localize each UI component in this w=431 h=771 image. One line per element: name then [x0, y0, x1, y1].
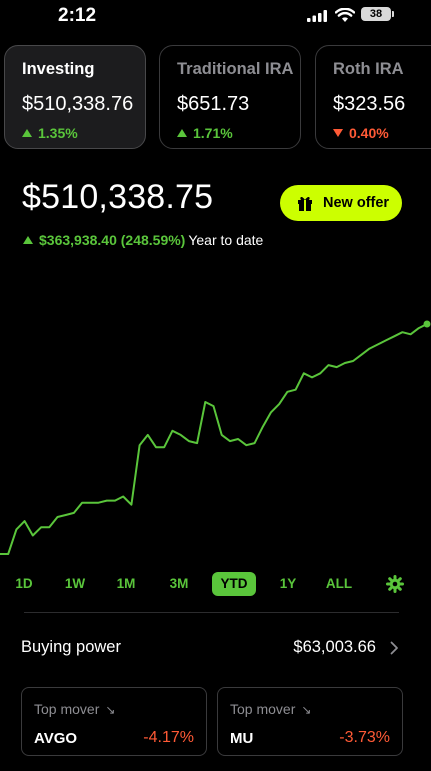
account-card-roth-ira[interactable]: Roth IRA $323.56 0.40% — [315, 45, 431, 149]
arrow-down-right-icon: ↘ — [301, 703, 312, 717]
range-tab-ytd[interactable]: YTD — [212, 572, 256, 596]
account-value: $323.56 — [333, 93, 406, 115]
triangle-up-icon — [177, 129, 187, 137]
status-time: 2:12 — [58, 5, 97, 26]
top-mover-change: -3.73% — [339, 729, 390, 746]
range-tab-1m[interactable]: 1M — [111, 572, 141, 596]
range-tab-1y[interactable]: 1Y — [274, 572, 302, 596]
arrow-down-right-icon: ↘ — [105, 703, 116, 717]
top-mover-label: Top mover ↘ — [230, 701, 312, 717]
gift-icon — [298, 196, 312, 211]
triangle-up-icon — [22, 129, 32, 137]
divider — [24, 612, 399, 613]
account-name: Traditional IRA — [177, 60, 294, 78]
range-tab-1w[interactable]: 1W — [60, 572, 90, 596]
buying-power-value: $63,003.66 — [293, 638, 376, 656]
ytd-change: $363,938.40 (248.59%) Year to date — [23, 232, 263, 248]
top-mover-card-avgo[interactable]: Top mover ↘ AVGO -4.17% — [21, 687, 207, 756]
new-offer-button[interactable]: New offer — [280, 185, 402, 221]
top-mover-symbol: MU — [230, 730, 254, 747]
account-change: 1.71% — [177, 125, 233, 141]
top-mover-change: -4.17% — [143, 729, 194, 746]
wifi-icon — [335, 8, 355, 22]
account-value: $510,338.76 — [22, 93, 134, 115]
range-tab-1d[interactable]: 1D — [10, 572, 38, 596]
account-change: 0.40% — [333, 125, 389, 141]
signal-icon — [307, 10, 327, 22]
new-offer-label: New offer — [323, 195, 390, 211]
range-tab-all[interactable]: ALL — [323, 572, 355, 596]
chart-line — [0, 323, 428, 555]
ytd-label: Year to date — [188, 232, 264, 248]
range-tabs: 1D 1W 1M 3M YTD 1Y ALL — [0, 572, 431, 596]
chart-current-point — [423, 320, 431, 328]
account-name: Roth IRA — [333, 60, 404, 78]
portfolio-total: $510,338.75 — [22, 178, 214, 216]
account-card-traditional-ira[interactable]: Traditional IRA $651.73 1.71% — [159, 45, 301, 149]
top-mover-symbol: AVGO — [34, 730, 78, 747]
triangle-up-icon — [23, 236, 33, 244]
buying-power-label: Buying power — [21, 638, 121, 656]
account-change: 1.35% — [22, 125, 78, 141]
account-card-investing[interactable]: Investing $510,338.76 1.35% — [4, 45, 146, 149]
chevron-right-icon — [390, 641, 398, 655]
gear-icon[interactable] — [386, 575, 404, 593]
top-mover-card-mu[interactable]: Top mover ↘ MU -3.73% — [217, 687, 403, 756]
ytd-amount: $363,938.40 (248.59%) — [39, 232, 186, 248]
range-tab-3m[interactable]: 3M — [163, 572, 195, 596]
account-name: Investing — [22, 60, 95, 78]
triangle-down-icon — [333, 129, 343, 137]
top-mover-label: Top mover ↘ — [34, 701, 116, 717]
status-bar: 2:12 38 — [0, 0, 431, 34]
account-value: $651.73 — [177, 93, 250, 115]
portfolio-chart[interactable] — [0, 310, 431, 560]
battery-icon: 38 — [361, 7, 394, 21]
